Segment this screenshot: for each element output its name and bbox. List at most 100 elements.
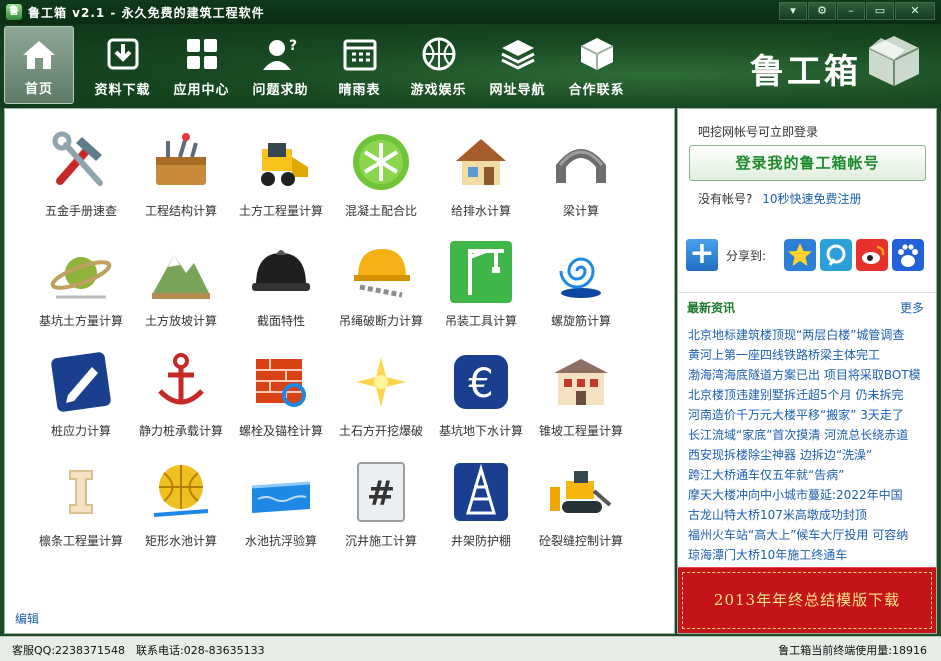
tool-item[interactable]: 矩形水池计算 (131, 453, 231, 553)
qzone-star-icon[interactable] (784, 239, 816, 271)
nav-home[interactable]: 首页 (4, 26, 74, 104)
nav-links[interactable]: 网址导航 (478, 26, 557, 104)
tool-item[interactable]: 给排水计算 (431, 123, 531, 223)
app-logo-icon: 鲁 (6, 4, 22, 20)
tool-item[interactable]: 螺旋筋计算 (531, 233, 631, 333)
main-toolbar: 首页 资料下载 应用中心 ? 问题求助 晴雨表 游戏娱乐 网址导航 合作联系 鲁… (0, 24, 941, 108)
tool-label: 基坑地下水计算 (438, 424, 523, 438)
layers-icon (500, 40, 535, 70)
tool-item[interactable]: 五金手册速查 (31, 123, 131, 223)
tool-item[interactable]: 土方工程量计算 (231, 123, 331, 223)
crane-icon (450, 241, 512, 303)
tencent-weibo-icon[interactable] (820, 239, 852, 271)
dropdown-menu-button[interactable]: ▾ (779, 2, 807, 20)
nav-label: 晴雨表 (338, 83, 381, 98)
sina-weibo-icon[interactable] (856, 239, 888, 271)
promo-banner[interactable]: 2013年年终总结模版下载 (678, 567, 936, 633)
tool-item[interactable]: 基坑土方量计算 (31, 233, 131, 333)
tool-item[interactable]: 螺栓及锚栓计算 (231, 343, 331, 443)
pencil-icon (51, 352, 111, 412)
tool-item[interactable]: 砼裂缝控制计算 (531, 453, 631, 553)
tool-label: 砼裂缝控制计算 (538, 534, 623, 548)
nav-label: 资料下载 (94, 83, 151, 98)
login-button[interactable]: 登录我的鲁工箱帐号 (689, 145, 926, 181)
tool-item[interactable]: 锥坡工程量计算 (531, 343, 631, 443)
tool-item[interactable]: 吊装工具计算 (431, 233, 531, 333)
tool-panel: 五金手册速查 工程结构计算 土方工程量计算 混凝土配合比 给排水计算 梁计算基坑土方量计算… (4, 108, 675, 634)
tool-item[interactable]: 吊绳破断力计算 (331, 233, 431, 333)
tool-item[interactable]: € 基坑地下水计算 (431, 343, 531, 443)
nav-app-center[interactable]: 应用中心 (162, 26, 241, 104)
tool-label: 梁计算 (562, 204, 599, 218)
share-row: + 分享到: (686, 237, 934, 271)
nav-contact[interactable]: 合作联系 (557, 26, 636, 104)
news-item[interactable]: 琼海潭门大桥10年施工终通车 (688, 545, 934, 565)
svg-text:?: ? (289, 38, 297, 54)
brand-name: 鲁工箱 (750, 52, 861, 92)
skid-loader-icon (261, 143, 308, 186)
settings-button[interactable]: ⚙ (808, 2, 836, 20)
news-item[interactable]: 西安现拆楼除尘神器 边拆边“洗澡” (688, 445, 934, 465)
news-more-link[interactable]: 更多 (900, 299, 924, 316)
building-icon (554, 359, 608, 405)
baidu-paw-icon[interactable] (892, 239, 924, 271)
tool-label: 水池抗浮验算 (244, 534, 317, 548)
tool-label: 截面特性 (256, 314, 305, 328)
minimize-button[interactable]: – (837, 2, 865, 20)
sparkle-icon (356, 357, 406, 407)
tool-item[interactable]: 土石方开挖爆破 (331, 343, 431, 443)
nav-weather[interactable]: 晴雨表 (320, 26, 399, 104)
nav-help[interactable]: ? 问题求助 (241, 26, 320, 104)
hammer-wrench-icon (52, 131, 103, 186)
support-qq: 客服QQ:2238371548 (12, 644, 126, 657)
news-item[interactable]: 北京楼顶违建别墅拆迁超5个月 仍未拆完 (688, 385, 934, 405)
tool-item[interactable]: 梁计算 (531, 123, 631, 223)
tool-item[interactable]: 檩条工程量计算 (31, 453, 131, 553)
register-link[interactable]: 10秒快速免费注册 (762, 192, 861, 206)
tool-item[interactable]: 土方放坡计算 (131, 233, 231, 333)
news-item[interactable]: 北京地标建筑楼顶现“两层白楼”城管调查 (688, 325, 934, 345)
register-row: 没有帐号? 10秒快速免费注册 (698, 190, 861, 207)
nav-download[interactable]: 资料下载 (83, 26, 162, 104)
support-phone: 联系电话:028-83635133 (136, 644, 265, 657)
tool-label: 土方工程量计算 (238, 204, 323, 218)
tool-item[interactable]: 静力桩承载计算 (131, 343, 231, 443)
snowflake-icon (353, 134, 409, 190)
login-hint: 吧挖网帐号可立即登录 (698, 125, 819, 139)
tool-item[interactable]: 截面特性 (231, 233, 331, 333)
planet-icon (50, 257, 112, 299)
window-controls: ▾ ⚙ – ▭ ✕ (778, 2, 935, 20)
basketball-icon (422, 37, 455, 71)
tool-item[interactable]: 桩应力计算 (31, 343, 131, 443)
window-title: 鲁工箱 v2.1 - 永久免费的建筑工程软件 (28, 5, 265, 20)
spiral-icon (559, 257, 601, 298)
close-button[interactable]: ✕ (895, 2, 935, 20)
tool-label: 沉井施工计算 (344, 534, 417, 548)
tool-item[interactable]: 工程结构计算 (131, 123, 231, 223)
news-item[interactable]: 摩天大楼冲向中小城市蔓延:2022年中国 (688, 485, 934, 505)
ball-icon (153, 465, 209, 517)
hardhat-icon (252, 250, 310, 291)
tool-item[interactable]: 井架防护棚 (431, 453, 531, 553)
news-item[interactable]: 跨江大桥通车仅五年就“告病” (688, 465, 934, 485)
news-item[interactable]: 黄河上第一座四线铁路桥梁主体完工 (688, 345, 934, 365)
tool-label: 五金手册速查 (44, 204, 117, 218)
hash-icon: # (357, 462, 405, 522)
tool-item[interactable]: 混凝土配合比 (331, 123, 431, 223)
news-item[interactable]: 河南造价千万元大楼平移“搬家” 3天走了 (688, 405, 934, 425)
tool-item[interactable]: # 沉井施工计算 (331, 453, 431, 553)
share-label: 分享到: (726, 249, 767, 263)
edit-link[interactable]: 编辑 (15, 610, 39, 627)
help-person-icon: ? (262, 38, 297, 70)
tool-label: 工程结构计算 (144, 204, 217, 218)
maximize-button[interactable]: ▭ (866, 2, 894, 20)
nav-games[interactable]: 游戏娱乐 (399, 26, 478, 104)
tool-label: 螺旋筋计算 (550, 314, 611, 328)
nav-label: 合作联系 (568, 83, 625, 98)
news-item[interactable]: 长江流域“家底”首次摸清 河流总长绕赤道 (688, 425, 934, 445)
share-plus-button[interactable]: + (686, 239, 718, 271)
news-item[interactable]: 渤海湾海底隧道方案已出 项目将采取BOT模 (688, 365, 934, 385)
news-item[interactable]: 古龙山特大桥107米高墩成功封顶 (688, 505, 934, 525)
news-item[interactable]: 福州火车站“高大上”候车大厅投用 可容纳 (688, 525, 934, 545)
tool-item[interactable]: 水池抗浮验算 (231, 453, 331, 553)
